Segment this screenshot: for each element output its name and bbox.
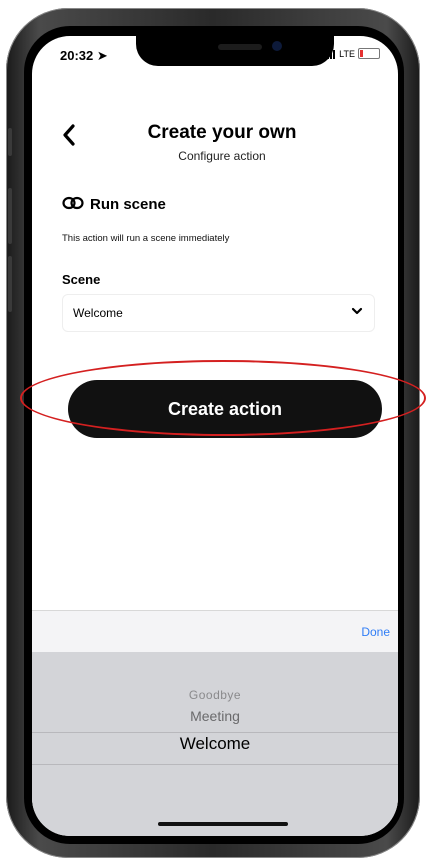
status-indicators: LTE <box>324 48 380 59</box>
scene-select[interactable]: Welcome <box>62 294 375 332</box>
link-icon <box>62 196 84 213</box>
page-title: Create your own <box>147 122 297 143</box>
location-arrow-icon: ➤ <box>96 48 108 63</box>
signal-icon <box>324 49 336 59</box>
home-indicator[interactable] <box>158 822 288 826</box>
picker-option[interactable]: Meeting <box>32 708 398 724</box>
chevron-down-icon <box>350 304 364 318</box>
scene-label: Scene <box>62 272 101 287</box>
speaker-grille <box>218 44 262 50</box>
notch <box>136 36 334 66</box>
picker-toolbar: Done <box>32 610 398 653</box>
volume-down-button <box>8 256 12 312</box>
service-description: This action will run a scene immediately <box>62 233 230 244</box>
picker-option-selected[interactable]: Welcome <box>32 734 398 754</box>
status-time: 20:32 ➤ <box>60 48 108 63</box>
page-subtitle: Configure action <box>178 149 266 163</box>
service-name: Run scene <box>90 196 166 213</box>
picker-option[interactable]: Goodbye <box>32 688 398 702</box>
scene-select-value: Welcome <box>73 306 123 320</box>
service-header: Run scene <box>62 196 166 213</box>
battery-icon <box>358 48 380 59</box>
picker-selection-line-top <box>32 732 398 733</box>
screen: 20:32 ➤ LTE Create your own Configure ac… <box>32 36 398 836</box>
volume-up-button <box>8 188 12 244</box>
scene-picker[interactable]: Goodbye Meeting Welcome <box>32 652 398 836</box>
front-camera <box>272 41 282 51</box>
picker-selection-line-bottom <box>32 764 398 765</box>
network-label: LTE <box>339 48 355 59</box>
side-button <box>8 128 12 156</box>
done-button[interactable]: Done <box>361 625 390 639</box>
create-action-button[interactable]: Create action <box>68 380 382 438</box>
